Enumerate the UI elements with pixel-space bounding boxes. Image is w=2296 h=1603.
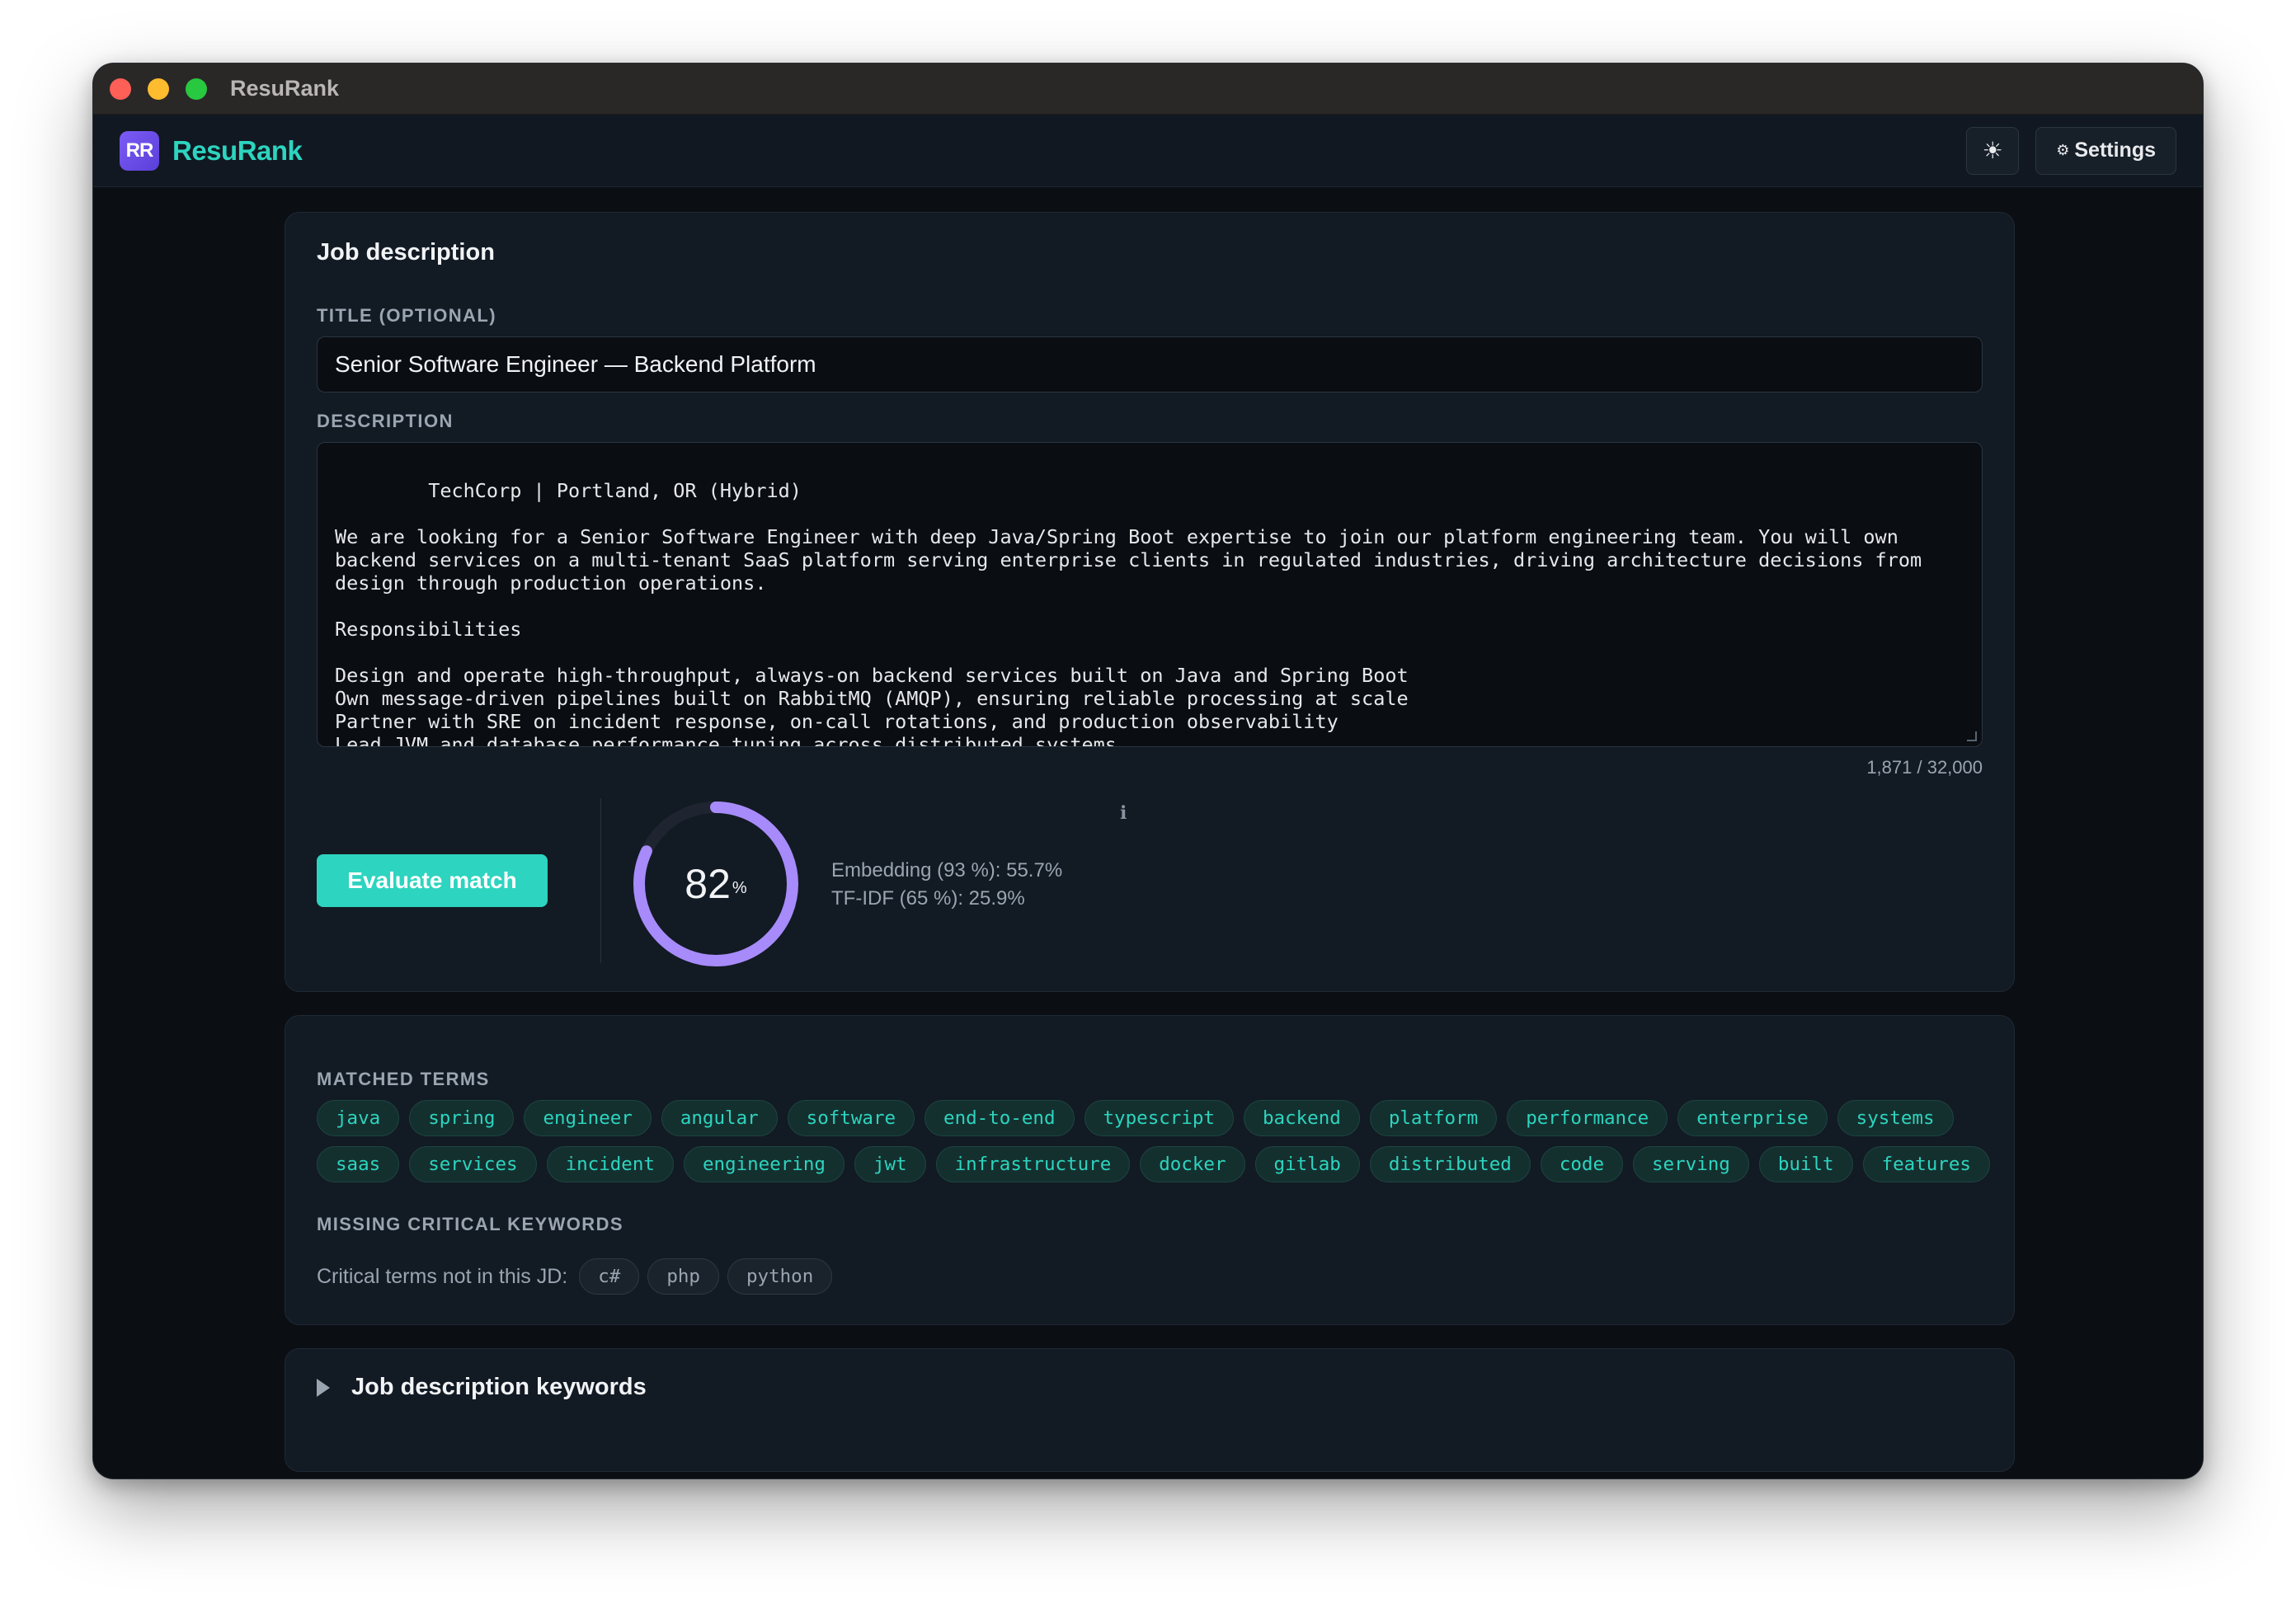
title-field-label: TITLE (OPTIONAL) <box>317 305 496 326</box>
job-keywords-disclosure[interactable]: Job description keywords <box>317 1374 647 1401</box>
job-description-card: Job description TITLE (OPTIONAL) Senior … <box>285 212 2015 992</box>
evaluate-match-button[interactable]: Evaluate match <box>317 854 548 907</box>
missing-keywords-text: Critical terms not in this JD: <box>317 1264 568 1288</box>
sun-icon: ☀ <box>1982 138 2003 163</box>
terms-card: MATCHED TERMS java spring engineer angular s… <box>285 1015 2015 1325</box>
matched-term-chip: enterprise <box>1677 1100 1828 1136</box>
gear-icon: ⚙ <box>2056 142 2070 158</box>
keywords-card: Job description keywords <box>285 1348 2015 1472</box>
app-header: RR ResuRank ☀ ⚙ Settings <box>93 115 2203 187</box>
matched-term-chip: features <box>1862 1146 1990 1182</box>
matched-term-chip: typescript <box>1084 1100 1234 1136</box>
close-window-button[interactable] <box>110 78 131 100</box>
settings-button[interactable]: ⚙ Settings <box>2035 126 2176 175</box>
matched-term-chip: backend <box>1243 1100 1360 1136</box>
settings-label: Settings <box>2074 139 2156 162</box>
matched-term-chip: distributed <box>1369 1146 1531 1182</box>
matched-term-chip: infrastructure <box>935 1146 1131 1182</box>
missing-keyword-chip: php <box>647 1258 719 1295</box>
job-description-textarea[interactable]: TechCorp | Portland, OR (Hybrid) We are … <box>317 442 1983 747</box>
job-description-heading: Job description <box>317 239 495 266</box>
info-icon[interactable]: ℹ <box>1120 803 1127 824</box>
matched-term-chip: saas <box>317 1146 400 1182</box>
match-score: 82% <box>632 800 800 968</box>
matched-terms-label: MATCHED TERMS <box>317 1069 490 1089</box>
matched-terms-row: saas services incident engineering jwt infras… <box>317 1146 2000 1182</box>
match-score-unit: % <box>732 878 747 897</box>
matched-term-chip: docker <box>1140 1146 1245 1182</box>
brand-name: ResuRank <box>172 134 303 166</box>
main-content: Job description TITLE (OPTIONAL) Senior … <box>93 187 2203 1478</box>
disclosure-triangle-icon <box>317 1378 330 1397</box>
job-title-value: Senior Software Engineer — Backend Platf… <box>335 351 816 377</box>
missing-keywords-row: Critical terms not in this JD: c# php py… <box>317 1258 840 1295</box>
app-logo: RR <box>120 130 159 171</box>
matched-term-chip: built <box>1758 1146 1853 1182</box>
missing-keyword-chip: c# <box>579 1258 640 1295</box>
job-description-value: TechCorp | Portland, OR (Hybrid) We are … <box>335 479 1922 747</box>
app-window: ResuRank RR ResuRank ☀ ⚙ Settings Job de… <box>92 63 2204 1479</box>
matched-term-chip: java <box>317 1100 400 1136</box>
matched-term-chip: spring <box>409 1100 515 1136</box>
resize-handle[interactable] <box>1967 731 1977 741</box>
matched-term-chip: code <box>1540 1146 1624 1182</box>
missing-keywords-label: MISSING CRITICAL KEYWORDS <box>317 1214 623 1234</box>
character-count: 1,871 / 32,000 <box>1866 757 1983 778</box>
matched-term-chip: gitlab <box>1254 1146 1360 1182</box>
match-score-value: 82 <box>685 861 731 907</box>
theme-toggle-button[interactable]: ☀ <box>1966 126 2020 175</box>
zoom-window-button[interactable] <box>186 78 207 100</box>
matched-term-chip: angular <box>661 1100 778 1136</box>
title-bar: ResuRank <box>93 63 2203 115</box>
missing-keyword-chip: python <box>727 1258 833 1295</box>
tfidf-score: TF-IDF (65 %): 25.9% <box>831 887 1025 910</box>
job-keywords-label: Job description keywords <box>351 1374 647 1400</box>
matched-term-chip: platform <box>1369 1100 1498 1136</box>
description-field-label: DESCRIPTION <box>317 411 454 431</box>
matched-term-chip: software <box>787 1100 915 1136</box>
matched-term-chip: incident <box>546 1146 674 1182</box>
matched-term-chip: jwt <box>854 1146 926 1182</box>
minimize-window-button[interactable] <box>148 78 169 100</box>
embedding-score: Embedding (93 %): 55.7% <box>831 859 1063 881</box>
matched-term-chip: end-to-end <box>925 1100 1075 1136</box>
matched-term-chip: services <box>409 1146 537 1182</box>
matched-term-chip: systems <box>1837 1100 1954 1136</box>
window-title: ResuRank <box>230 76 340 101</box>
divider <box>600 798 601 963</box>
matched-terms-row: java spring engineer angular software end-to-… <box>317 1100 1964 1136</box>
matched-term-chip: engineer <box>524 1100 652 1136</box>
matched-term-chip: performance <box>1507 1100 1668 1136</box>
matched-term-chip: serving <box>1633 1146 1749 1182</box>
matched-term-chip: engineering <box>683 1146 845 1182</box>
job-title-input[interactable]: Senior Software Engineer — Backend Platf… <box>317 336 1983 393</box>
